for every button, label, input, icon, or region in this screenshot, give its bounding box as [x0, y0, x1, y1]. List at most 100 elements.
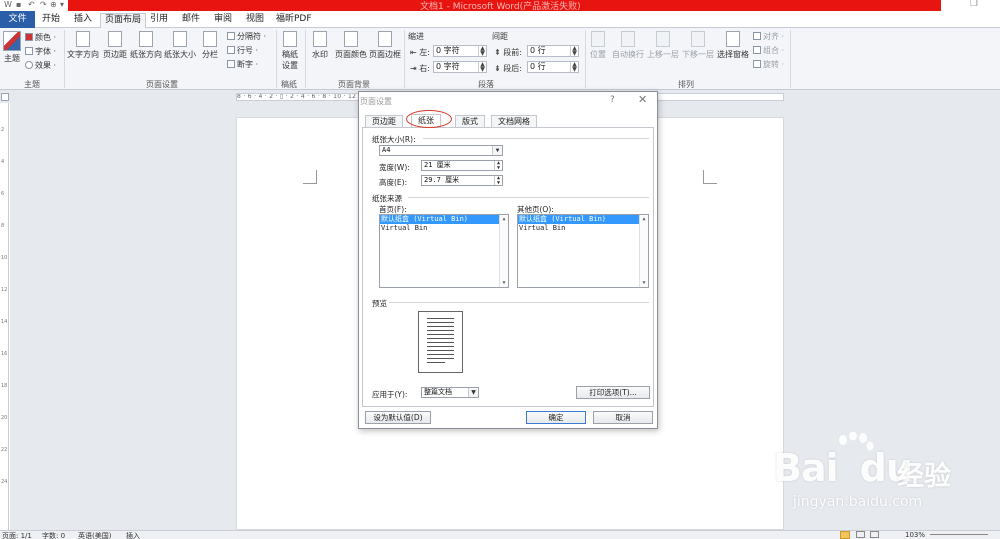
ribbon-tabs: 文件 开始 插入 页面布局 引用 邮件 审阅 视图 福昕PDF	[0, 11, 1000, 28]
scrollbar[interactable]: ▲ ▼	[499, 215, 508, 287]
page-color-button[interactable]: 页面颜色	[334, 31, 368, 60]
draft-paper-setup-button[interactable]: 稿纸 设置	[278, 31, 302, 71]
indent-right-input[interactable]: 0 字符 ▲ ▼	[433, 61, 487, 73]
breaks-button[interactable]: 分隔符 ·	[227, 31, 266, 42]
spinner-icon[interactable]: ▲ ▼	[478, 62, 486, 73]
repeat-icon[interactable]: ↷	[40, 0, 47, 9]
group-objects-button[interactable]: 组合 ·	[753, 45, 784, 56]
line-numbers-label: 行号 ·	[237, 46, 259, 55]
send-backward-button[interactable]: 下移一层	[681, 31, 715, 60]
status-words[interactable]: 字数: 0	[42, 531, 65, 539]
theme-colors-label: 颜色 ·	[35, 33, 57, 42]
zoom-level[interactable]: 103%	[905, 531, 925, 539]
ok-button[interactable]: 确定	[526, 411, 586, 424]
chevron-down-icon[interactable]: ▼	[468, 388, 478, 397]
save-icon[interactable]: ▪	[16, 0, 21, 9]
paper-source-label: 纸张来源	[372, 194, 402, 203]
theme-fonts-button[interactable]: 字体 ·	[25, 46, 56, 57]
align-button[interactable]: 对齐 ·	[753, 31, 784, 42]
tab-margins[interactable]: 页边距	[365, 115, 403, 127]
other-pages-list[interactable]: 默认纸盒 (Virtual Bin) Virtual Bin ▲ ▼	[517, 214, 649, 288]
rotate-button[interactable]: 旋转 ·	[753, 59, 784, 70]
preview-line	[427, 326, 454, 327]
status-page[interactable]: 页面: 1/1	[2, 531, 32, 539]
page-color-icon	[344, 31, 358, 47]
hyphenation-button[interactable]: 断字 ·	[227, 59, 258, 70]
set-default-button[interactable]: 设为默认值(D)	[365, 411, 431, 424]
tab-view[interactable]: 视图	[242, 13, 268, 28]
divider	[408, 197, 649, 198]
page-borders-button[interactable]: 页面边框	[368, 31, 402, 60]
tab-paper[interactable]: 纸张	[411, 114, 441, 127]
list-item[interactable]: Virtual Bin	[380, 224, 508, 233]
theme-colors-button[interactable]: 颜色 ·	[25, 32, 56, 43]
print-options-button[interactable]: 打印选项(T)...	[576, 386, 650, 399]
theme-effects-button[interactable]: 效果 ·	[25, 60, 56, 71]
list-item[interactable]: 默认纸盒 (Virtual Bin)	[518, 215, 648, 224]
bring-forward-button[interactable]: 上移一层	[646, 31, 680, 60]
scroll-up-icon[interactable]: ▲	[640, 216, 648, 222]
chevron-down-icon[interactable]: ▼	[492, 146, 502, 155]
crop-mark	[303, 170, 317, 184]
vertical-ruler[interactable]: 2 4 6 8 10 12 14 16 18 20 22 24	[0, 103, 9, 530]
indent-left-input[interactable]: 0 字符 ▲ ▼	[433, 45, 487, 57]
page-setup-dialog: 页面设置 ? ✕ 页边距 纸张 版式 文档网格 纸张大小(R): A4 ▼ 宽度(…	[358, 91, 658, 429]
wrap-text-button[interactable]: 自动换行	[611, 31, 645, 60]
tab-file[interactable]: 文件	[0, 11, 35, 28]
spinner-icon[interactable]: ▲ ▼	[478, 46, 486, 57]
spinner-icon[interactable]: ▲ ▼	[570, 62, 578, 73]
quick-access-extra-icon[interactable]: ⊕	[50, 0, 57, 9]
height-input[interactable]: 29.7 厘米 ▲ ▼	[421, 175, 503, 186]
line-numbers-button[interactable]: 行号 ·	[227, 45, 258, 56]
draft-label-line1: 稿纸	[282, 50, 298, 59]
tab-references[interactable]: 引用	[146, 13, 172, 28]
tab-selector-icon[interactable]	[1, 93, 9, 101]
list-item[interactable]: Virtual Bin	[518, 224, 648, 233]
orientation-button[interactable]: 纸张方向	[129, 31, 163, 60]
text-direction-button[interactable]: 文字方向	[66, 31, 100, 60]
full-screen-view-icon[interactable]	[856, 531, 865, 538]
position-button[interactable]: 位置	[588, 31, 608, 60]
help-icon[interactable]: ?	[610, 95, 615, 105]
scroll-down-icon[interactable]: ▼	[640, 280, 648, 286]
tab-foxit-pdf[interactable]: 福昕PDF	[272, 13, 316, 28]
tab-review[interactable]: 审阅	[210, 13, 236, 28]
tab-insert[interactable]: 插入	[70, 13, 96, 28]
tab-mailings[interactable]: 邮件	[178, 13, 204, 28]
status-language[interactable]: 英语(美国)	[78, 531, 111, 539]
spacing-before-input[interactable]: 0 行 ▲ ▼	[527, 45, 579, 57]
scroll-up-icon[interactable]: ▲	[500, 216, 508, 222]
paper-size-select[interactable]: A4 ▼	[379, 145, 503, 156]
restore-icon[interactable]: ❐	[970, 0, 978, 9]
tab-layout[interactable]: 版式	[455, 115, 485, 127]
width-input[interactable]: 21 厘米 ▲ ▼	[421, 160, 503, 171]
spinner-icon[interactable]: ▲ ▼	[570, 46, 578, 57]
margins-button[interactable]: 页边距	[101, 31, 129, 60]
status-mode[interactable]: 插入	[126, 531, 140, 539]
word-logo-icon[interactable]: W	[4, 0, 12, 9]
spinner-icon[interactable]: ▲ ▼	[494, 161, 502, 170]
scroll-down-icon[interactable]: ▼	[500, 280, 508, 286]
first-page-list[interactable]: 默认纸盒 (Virtual Bin) Virtual Bin ▲ ▼	[379, 214, 509, 288]
columns-button[interactable]: 分栏	[199, 31, 221, 60]
spacing-after-input[interactable]: 0 行 ▲ ▼	[527, 61, 579, 73]
apply-to-select[interactable]: 整篇文档 ▼	[421, 387, 479, 398]
scrollbar[interactable]: ▲ ▼	[639, 215, 648, 287]
web-layout-view-icon[interactable]	[870, 531, 879, 538]
zoom-slider[interactable]	[930, 534, 988, 535]
tab-document-grid[interactable]: 文档网格	[491, 115, 537, 127]
undo-icon[interactable]: ↶	[28, 0, 35, 9]
vruler-tick: 6	[1, 191, 5, 197]
watermark-button[interactable]: 水印	[308, 31, 332, 60]
customize-quick-access-icon[interactable]: ▾	[60, 0, 64, 9]
spinner-icon[interactable]: ▲ ▼	[494, 176, 502, 185]
paper-size-button[interactable]: 纸张大小	[163, 31, 197, 60]
tab-page-layout[interactable]: 页面布局	[100, 13, 147, 28]
selection-pane-button[interactable]: 选择窗格	[716, 31, 750, 60]
themes-button[interactable]: 主题	[2, 31, 22, 64]
close-icon[interactable]: ✕	[638, 93, 647, 106]
list-item[interactable]: 默认纸盒 (Virtual Bin)	[380, 215, 508, 224]
tab-home[interactable]: 开始	[38, 13, 64, 28]
print-layout-view-icon[interactable]	[840, 531, 850, 539]
cancel-button[interactable]: 取消	[593, 411, 653, 424]
